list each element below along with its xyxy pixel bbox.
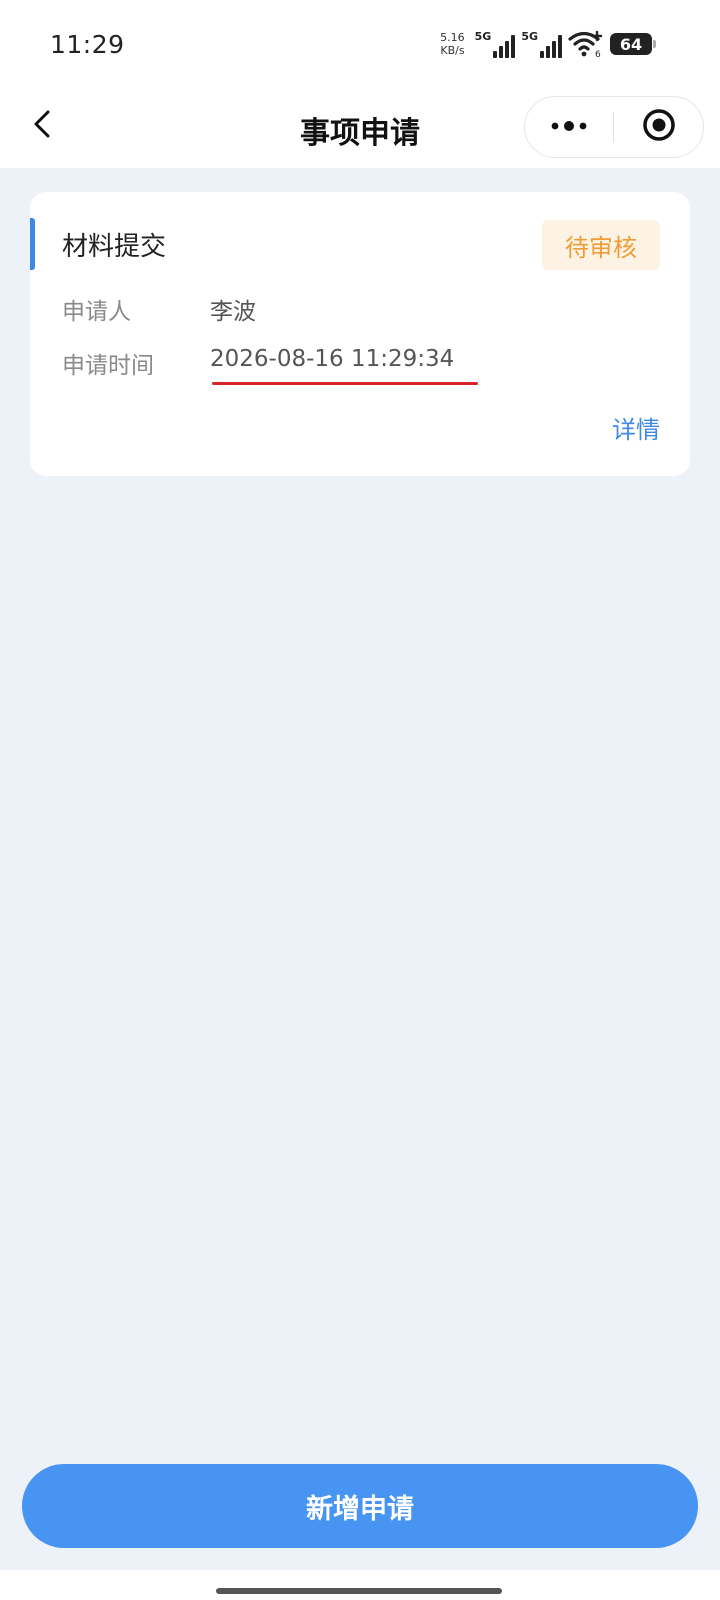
applicant-label: 申请人 [62, 299, 131, 325]
status-time: 11:29 [50, 30, 125, 59]
signal-1-label: 5G [474, 30, 492, 43]
status-icons: 5.16 KB/s 5G 5G 6 64 [440, 28, 656, 60]
applicant-value: 李波 [210, 299, 256, 325]
card-accent-bar [30, 218, 35, 270]
network-speed-value: 5.16 [440, 31, 465, 44]
nav-bar: 事项申请 [0, 88, 720, 168]
network-speed: 5.16 KB/s [440, 31, 465, 57]
signal-bars-icon [540, 34, 562, 58]
apply-time-label: 申请时间 [62, 353, 154, 379]
signal-bars-icon [493, 34, 516, 58]
mini-program-capsule [524, 96, 704, 158]
battery-icon: 64 [610, 33, 656, 55]
signal-2-label: 5G [521, 30, 538, 43]
more-dots-icon [549, 118, 589, 137]
signal-1: 5G [475, 30, 516, 58]
bottom-safe-area [0, 1570, 720, 1600]
more-button[interactable] [525, 97, 613, 157]
status-badge: 待审核 [542, 220, 660, 270]
new-application-button[interactable]: 新增申请 [22, 1464, 698, 1548]
battery-level: 64 [619, 34, 643, 54]
wifi-sub-label: 6 [595, 50, 601, 58]
status-bar: 11:29 5.16 KB/s 5G 5G 6 64 [0, 0, 720, 88]
apply-time-underline [212, 382, 478, 385]
apply-time-value: 2026-08-16 11:29:34 [210, 346, 455, 372]
detail-link[interactable]: 详情 [612, 410, 660, 445]
card-title: 材料提交 [62, 232, 167, 262]
signal-2: 5G [521, 30, 562, 58]
application-card[interactable]: 材料提交 待审核 申请人 李波 申请时间 2026-08-16 11:29:34… [30, 192, 690, 476]
target-circle-icon [641, 107, 677, 147]
home-indicator[interactable] [216, 1588, 502, 1594]
close-button[interactable] [614, 97, 703, 157]
network-speed-unit: KB/s [440, 44, 465, 57]
wifi-icon: 6 [568, 30, 604, 60]
